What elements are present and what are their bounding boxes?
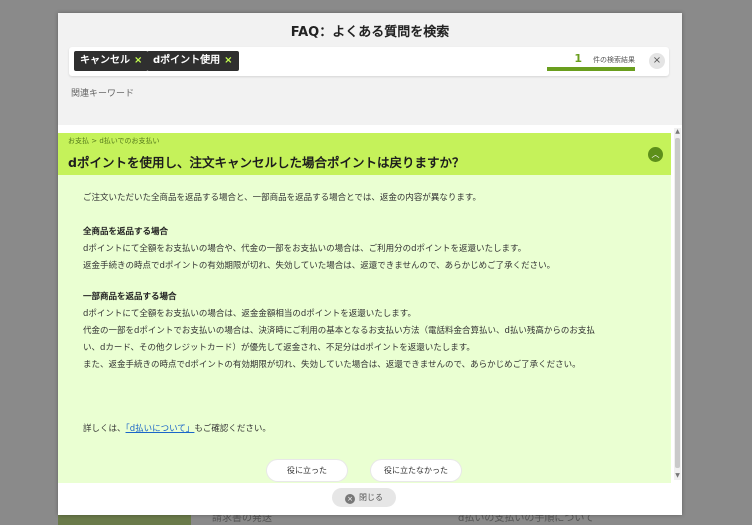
result-bar-fill — [547, 67, 635, 71]
answer-text: い、dカード、その他クレジットカード）が優先して返金され、不足分はdポイントを返… — [83, 343, 475, 353]
result-bar — [547, 67, 635, 71]
d-payment-link[interactable]: 「d払いについて」 — [126, 424, 195, 434]
scroll-up-icon[interactable]: ▲ — [674, 128, 681, 136]
tag-label: キャンセル — [80, 55, 130, 66]
answer-text: dポイントにて全額をお支払いの場合は、返金金額相当のdポイントを返還いたします。 — [83, 309, 416, 319]
close-button[interactable]: × 閉じる — [332, 488, 396, 507]
scroll-down-icon[interactable]: ▼ — [674, 472, 681, 480]
answer-text: 返金手続きの時点でdポイントの有効期限が切れ、失効していた場合は、返還できません… — [83, 261, 556, 271]
modal-title: FAQ：よくある質問を検索 — [290, 25, 450, 40]
result-count: 1 件の検索結果 — [547, 52, 635, 72]
faq-question-header[interactable]: お支払 > d払いでのお支払い dポイントを使用し、注文キャンセルした場合ポイン… — [58, 133, 671, 175]
faq-scroll-area[interactable]: お支払 > d払いでのお支払い dポイントを使用し、注文キャンセルした場合ポイン… — [58, 125, 682, 483]
answer-detail: 詳しくは、「d払いについて」もご確認ください。 — [83, 422, 271, 434]
answer-text: また、返金手続きの時点でdポイントの有効期限が切れ、失効していた場合は、返還でき… — [83, 360, 581, 370]
tag-label: dポイント使用 — [153, 55, 221, 66]
answer-text: ご注文いただいた全商品を返品する場合と、一部商品を返品する場合とでは、返金の内容… — [83, 193, 482, 203]
tag-remove-icon[interactable]: × — [224, 55, 232, 66]
modal-footer: × 閉じる — [58, 483, 682, 515]
breadcrumb: お支払 > d払いでのお支払い — [68, 137, 160, 145]
answer-text: 代金の一部をdポイントでお支払いの場合は、決済時にご利用の基本となるお支払い方法… — [83, 326, 595, 336]
close-icon: × — [345, 494, 355, 504]
not-helpful-button[interactable]: 役に立たなかった — [371, 460, 461, 481]
result-count-number: 1 — [574, 52, 582, 65]
faq-question: dポイントを使用し、注文キャンセルした場合ポイントは戻りますか？ — [68, 155, 465, 170]
search-tag: dポイント使用 × — [147, 51, 239, 71]
chevron-up-icon[interactable]: ︿ — [648, 147, 663, 162]
scrollbar-thumb[interactable] — [675, 138, 680, 468]
tag-remove-icon[interactable]: × — [134, 55, 142, 66]
search-bar[interactable]: キャンセル × dポイント使用 × 1 件の検索結果 × — [69, 47, 669, 76]
answer-heading: 一部商品を返品する場合 — [83, 292, 177, 302]
answer-heading: 全商品を返品する場合 — [83, 227, 169, 237]
result-count-label: 件の検索結果 — [593, 56, 635, 64]
search-tag: キャンセル × — [74, 51, 149, 71]
detail-suffix: もご確認ください。 — [194, 424, 271, 434]
faq-modal: FAQ：よくある質問を検索 キャンセル × dポイント使用 × 1 件の検索結果 ×… — [58, 13, 682, 515]
faq-answer: ご注文いただいた全商品を返品する場合と、一部商品を返品する場合とでは、返金の内容… — [58, 175, 671, 483]
close-label: 閉じる — [359, 493, 383, 502]
clear-search-icon[interactable]: × — [649, 53, 665, 69]
answer-text: dポイントにて全額をお支払いの場合や、代金の一部をお支払いの場合は、ご利用分のd… — [83, 244, 527, 254]
helpful-button[interactable]: 役に立った — [267, 460, 347, 481]
related-keywords-label: 関連キーワード — [71, 89, 135, 99]
detail-prefix: 詳しくは、 — [83, 424, 126, 434]
scrollbar[interactable]: ▲ ▼ — [674, 128, 681, 480]
